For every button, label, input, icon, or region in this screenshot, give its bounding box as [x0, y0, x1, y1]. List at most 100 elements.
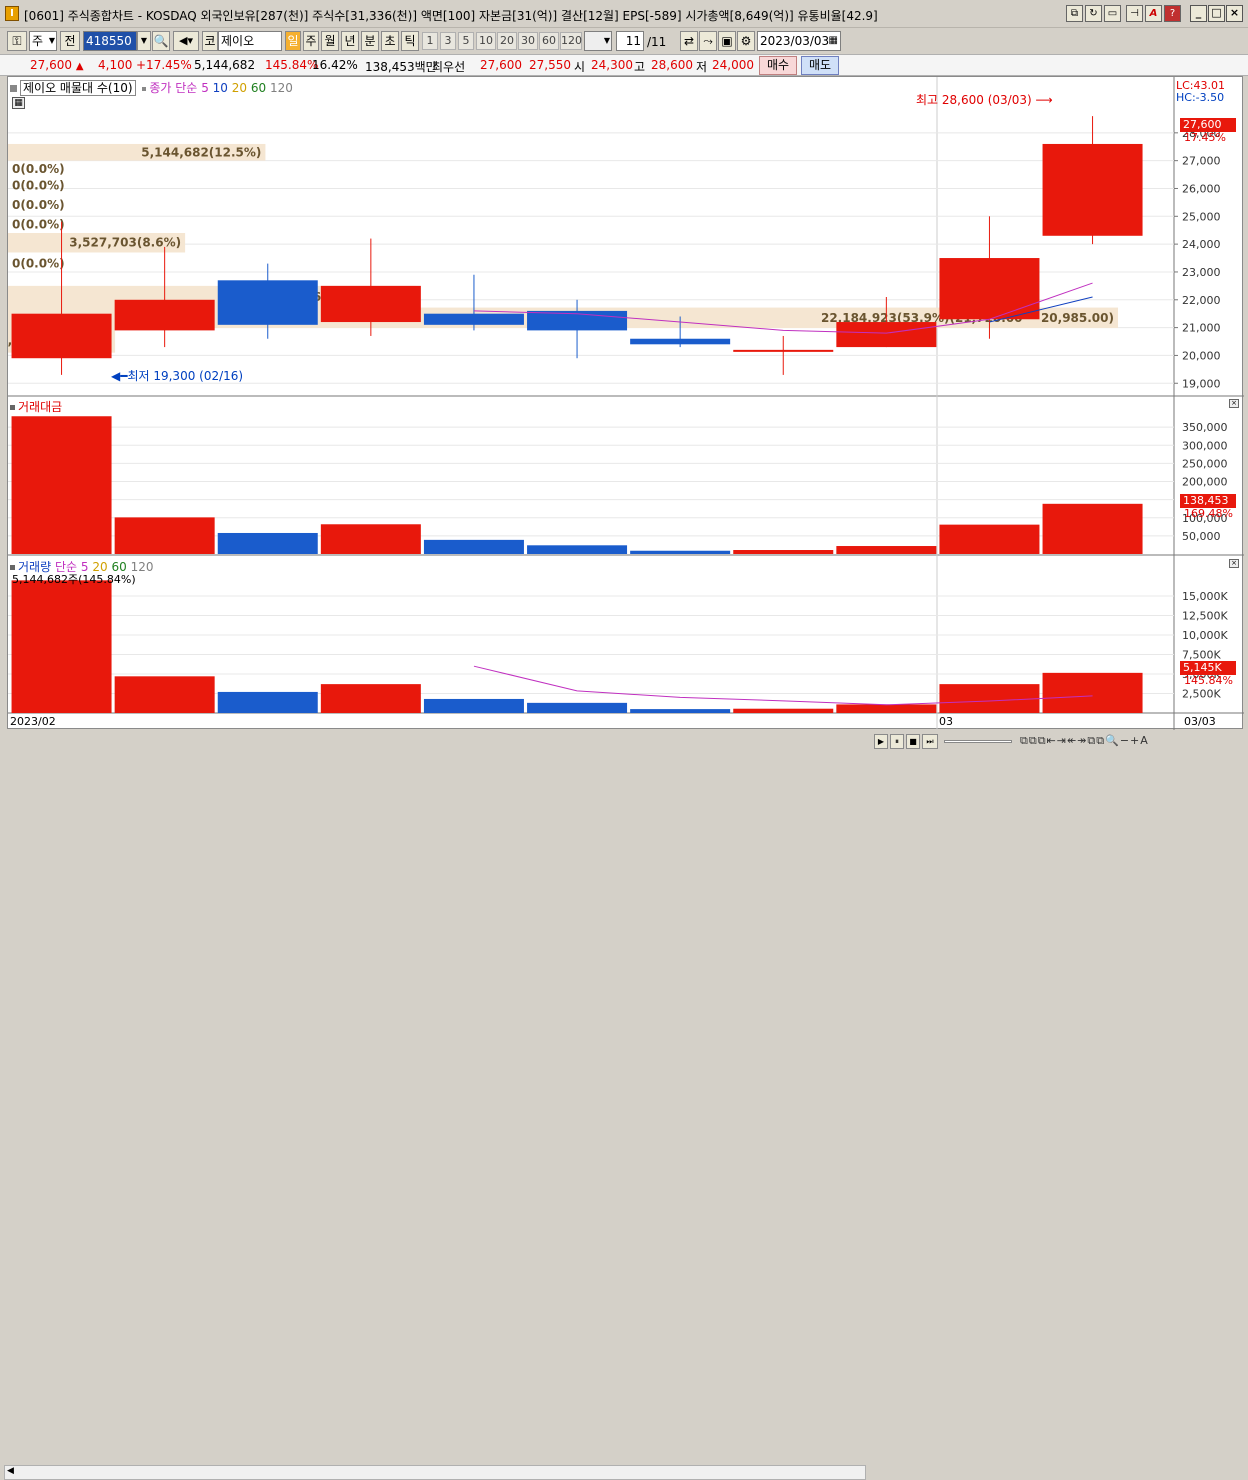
- candle-body: [11, 313, 112, 359]
- candle-body: [423, 313, 524, 325]
- x-axis-month-label: 03: [939, 715, 953, 728]
- title-bar: I [0601] 주식종합차트 - KOSDAQ 외국인보유[287(천)] 주…: [0, 0, 1248, 28]
- amount-bar: [320, 524, 421, 554]
- interval-1[interactable]: 1: [422, 32, 438, 50]
- prev-button[interactable]: 전: [60, 31, 80, 51]
- refresh-icon[interactable]: ↻: [1085, 5, 1102, 22]
- candle-body: [114, 299, 215, 331]
- arrow-left-icon: ◀━: [111, 369, 128, 383]
- candle-body: [939, 258, 1040, 320]
- period-year[interactable]: 년: [341, 31, 359, 51]
- ma-legend-60: 60: [250, 81, 267, 95]
- interval-120[interactable]: 120: [560, 32, 582, 50]
- play-icon[interactable]: ▶: [874, 734, 888, 749]
- lock-icon[interactable]: ⚿: [7, 31, 27, 51]
- interval-5[interactable]: 5: [458, 32, 474, 50]
- volume-bar: [527, 702, 628, 713]
- price-tick-label: 26,000: [1182, 182, 1221, 195]
- scroll-left-icon[interactable]: ◀: [7, 1466, 14, 1476]
- pin-icon[interactable]: ⊣: [1126, 5, 1143, 22]
- help-icon[interactable]: ?: [1164, 5, 1181, 22]
- volume-profile-label: 0(0.0%): [12, 198, 65, 212]
- sell-button[interactable]: 매도: [801, 56, 839, 75]
- amount-tick-label: 350,000: [1182, 421, 1228, 434]
- bottom-bar: ◀ ▶ ⏸ ■ ⏭ ⧉⧉⧉⇤⇥↞↠⧉⧉🔍−+A: [0, 731, 1248, 1480]
- stock-code-input[interactable]: 418550: [83, 31, 137, 51]
- font-icon[interactable]: A: [1145, 5, 1162, 22]
- fast-forward-icon[interactable]: ⏭: [922, 734, 938, 749]
- table-icon[interactable]: ▦: [12, 97, 25, 109]
- price-tick-label: 21,000: [1182, 322, 1221, 335]
- period-week[interactable]: 주: [303, 31, 319, 51]
- pause-icon[interactable]: ⏸: [890, 734, 904, 749]
- period-second[interactable]: 초: [381, 31, 399, 51]
- interval-20[interactable]: 20: [497, 32, 517, 50]
- amount-panel-title[interactable]: 거래대금: [18, 400, 62, 414]
- volume-panel-close-icon[interactable]: ×: [1229, 559, 1239, 568]
- low-value: 24,000: [712, 58, 754, 72]
- price-tick-label: 25,000: [1182, 210, 1221, 223]
- link-icon[interactable]: ⧉: [1066, 5, 1083, 22]
- price-tick-label: 24,000: [1182, 238, 1221, 251]
- search-icon[interactable]: 🔍: [152, 31, 170, 51]
- ma-legend-label[interactable]: 종가 단순: [149, 81, 197, 95]
- volume-bar: [1042, 672, 1143, 713]
- amount-current-tag: 138,453: [1180, 494, 1236, 508]
- period-day[interactable]: 일: [285, 31, 301, 51]
- price-tick-label: 23,000: [1182, 266, 1221, 279]
- volume-bar: [836, 704, 937, 713]
- bottom-tool-icons[interactable]: ⧉⧉⧉⇤⇥↞↠⧉⧉🔍−+A: [1020, 734, 1149, 748]
- legend-dot-icon: [142, 86, 147, 91]
- minimize-button[interactable]: _: [1190, 5, 1207, 22]
- interval-10[interactable]: 10: [476, 32, 496, 50]
- candle-body: [1042, 143, 1143, 236]
- tool-chart-icon[interactable]: ⤳: [699, 31, 717, 51]
- candle-body: [733, 349, 834, 352]
- interval-60[interactable]: 60: [539, 32, 559, 50]
- maximize-button[interactable]: □: [1208, 5, 1225, 22]
- amount-bar: [1042, 503, 1143, 554]
- zoom-slider[interactable]: [944, 740, 1012, 743]
- amount-panel-close-icon[interactable]: ×: [1229, 399, 1239, 408]
- period-month[interactable]: 월: [321, 31, 339, 51]
- gear-icon[interactable]: ⚙: [737, 31, 755, 51]
- interval-3[interactable]: 3: [440, 32, 456, 50]
- price-info-bar: 27,600 ▲ 4,100 +17.45% 5,144,682 145.84%…: [0, 54, 1248, 76]
- volume-tick-label: 12,500K: [1182, 609, 1228, 622]
- window-icon[interactable]: ▭: [1104, 5, 1121, 22]
- horizontal-scrollbar[interactable]: ◀: [4, 1465, 866, 1480]
- profile-legend[interactable]: 제이오 매물대 수(10): [20, 80, 136, 96]
- amount-tick-label: 50,000: [1182, 530, 1221, 543]
- chart-area[interactable]: 5,144,682(12.5%) 0(0.0%) 0(0.0%) 0(0.0%) 0(0…: [0, 76, 1244, 730]
- period-minute[interactable]: 분: [361, 31, 379, 51]
- arrow-right-icon: ⟶: [1035, 93, 1053, 107]
- tool-arrow-icon[interactable]: ⇄: [680, 31, 698, 51]
- save-icon[interactable]: ▣: [718, 31, 736, 51]
- speaker-icon[interactable]: ◀▾: [173, 31, 199, 51]
- stock-name-field[interactable]: 제이오: [218, 31, 282, 51]
- amount-bar: [630, 550, 731, 554]
- date-input[interactable]: 2023/03/03 ▦: [757, 31, 841, 51]
- amount-bar: [527, 545, 628, 554]
- stop-icon[interactable]: ■: [906, 734, 920, 749]
- interval-custom-input[interactable]: ▼: [584, 31, 612, 51]
- close-button[interactable]: ×: [1226, 5, 1243, 22]
- volume-bar: [114, 676, 215, 713]
- buy-button[interactable]: 매수: [759, 56, 797, 75]
- amount-value: 138,453백만: [365, 60, 437, 74]
- interval-30[interactable]: 30: [518, 32, 538, 50]
- volume-ratio: 145.84%: [265, 58, 319, 72]
- amount-bar: [423, 539, 524, 554]
- volume-tick-label: 10,000K: [1182, 629, 1228, 642]
- chevron-down-icon[interactable]: ▼: [137, 31, 151, 51]
- amount-tick-label: 300,000: [1182, 439, 1228, 452]
- count-input[interactable]: 11: [616, 31, 644, 51]
- period-tick[interactable]: 틱: [401, 31, 419, 51]
- x-axis-end-label: 03/03: [1184, 715, 1216, 728]
- amount-panel-legend: 거래대금: [10, 398, 62, 415]
- market-select[interactable]: 주 ▼: [29, 31, 57, 51]
- volume-profile-label: 0(0.0%): [12, 218, 65, 232]
- amount-bar: [114, 517, 215, 554]
- ma-legend-10: 10: [212, 81, 228, 95]
- calendar-icon[interactable]: ▦: [829, 32, 838, 50]
